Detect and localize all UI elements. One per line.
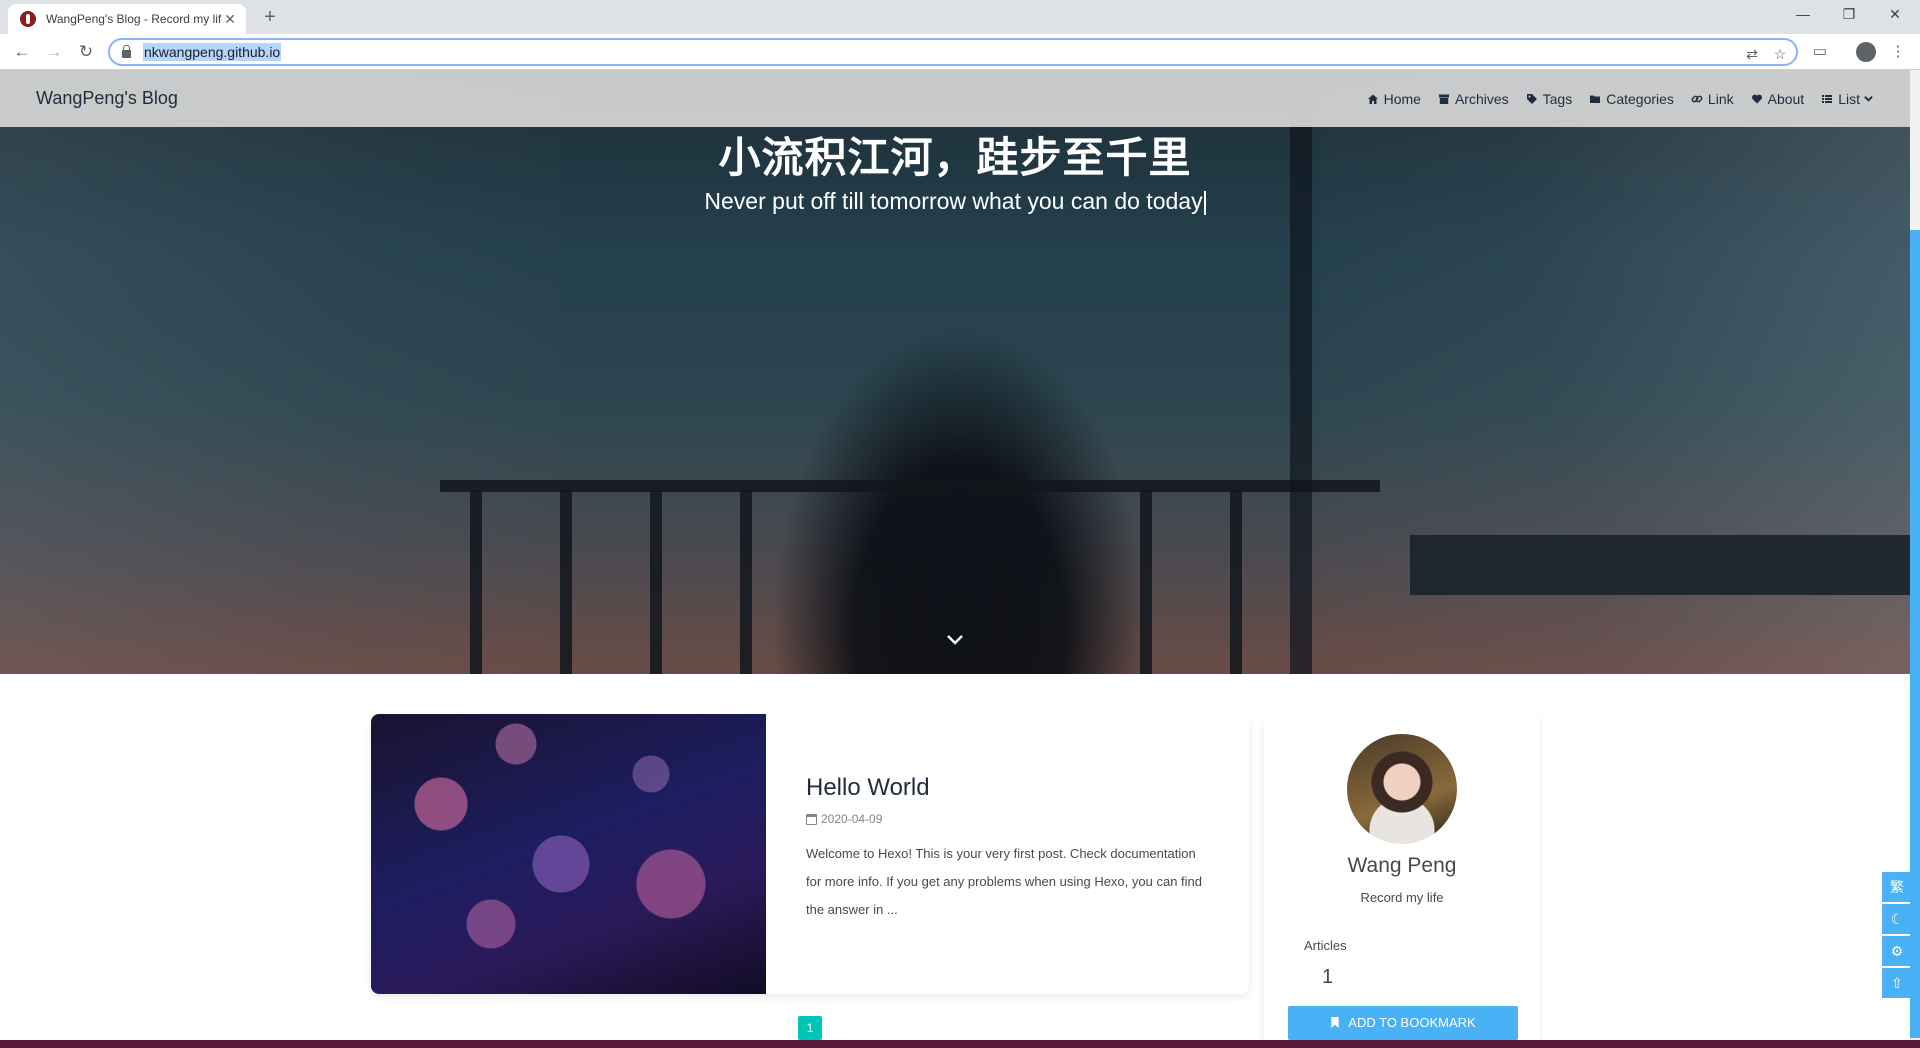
- tags-icon: [1526, 93, 1537, 104]
- bookmark-label: ADD TO BOOKMARK: [1348, 1015, 1476, 1030]
- os-taskbar: [0, 1040, 1920, 1048]
- reload-icon[interactable]: ↻: [72, 39, 100, 65]
- nav-categories-label: Categories: [1606, 90, 1674, 107]
- nav-list[interactable]: List: [1821, 91, 1874, 107]
- nav-tags[interactable]: Tags: [1526, 90, 1573, 107]
- typing-cursor: [1203, 190, 1206, 215]
- tab-close-icon[interactable]: ✕: [222, 11, 238, 27]
- translate-button[interactable]: 繁: [1882, 872, 1912, 902]
- close-window-button[interactable]: ✕: [1872, 0, 1918, 30]
- author-name: Wang Peng: [1347, 854, 1457, 877]
- post-title[interactable]: Hello World: [806, 774, 1206, 802]
- address-bar[interactable]: nkwangpeng.github.io ⇄ ☆: [108, 38, 1798, 66]
- bookmark-icon: [1331, 1017, 1339, 1028]
- nav-home[interactable]: Home: [1367, 91, 1421, 107]
- post-date: 2020-04-09: [821, 812, 883, 826]
- back-icon[interactable]: ←: [8, 39, 36, 65]
- hero-rail: [740, 490, 752, 674]
- nav-tags-label: Tags: [1542, 90, 1573, 107]
- url-text[interactable]: nkwangpeng.github.io: [143, 43, 282, 61]
- list-icon: [1822, 94, 1833, 103]
- link-icon: [1691, 95, 1703, 102]
- add-to-bookmark-button[interactable]: ADD TO BOOKMARK: [1288, 1006, 1518, 1040]
- archive-icon: [1438, 94, 1449, 104]
- articles-count[interactable]: 1: [1322, 966, 1333, 989]
- hero-banner: 小流积江河，跬步至千里 Never put off till tomorrow …: [0, 70, 1910, 674]
- pagination-current[interactable]: 1: [798, 1016, 822, 1040]
- avatar: [1347, 734, 1457, 844]
- nav-archives[interactable]: Archives: [1438, 91, 1509, 107]
- browser-tab[interactable]: WangPeng's Blog - Record my life ✕: [8, 4, 246, 34]
- back-to-top-button[interactable]: ⇧: [1882, 968, 1912, 998]
- nav-archives-label: Archives: [1454, 90, 1509, 107]
- chevron-down-icon: [1864, 96, 1873, 102]
- calendar-icon: [806, 813, 817, 825]
- menu-kebab-icon[interactable]: ⋮: [1886, 40, 1910, 64]
- hero-table: [1410, 535, 1910, 595]
- nav-about-label: About: [1767, 90, 1805, 107]
- cast-icon[interactable]: ▭: [1808, 40, 1832, 64]
- nav-menu: Home Archives Tags Categories Link About: [1367, 70, 1874, 127]
- lock-icon: [122, 45, 131, 58]
- hero-rail: [1230, 490, 1242, 674]
- author-description: Record my life: [1360, 890, 1444, 905]
- nav-categories[interactable]: Categories: [1589, 91, 1674, 107]
- nav-link-label: Link: [1707, 90, 1734, 107]
- profile-avatar-icon[interactable]: [1856, 42, 1876, 62]
- scroll-down-chevron-icon[interactable]: [945, 630, 965, 650]
- subtitle-text: Never put off till tomorrow what you can…: [704, 188, 1203, 214]
- author-card: Wang Peng Record my life Articles 1 ADD …: [1264, 714, 1540, 1048]
- post-info: Hello World 2020-04-09 Welcome to Hexo! …: [806, 774, 1206, 924]
- settings-button[interactable]: ⚙: [1882, 936, 1912, 966]
- browser-toolbar: ← → ↻ nkwangpeng.github.io ⇄ ☆ ▭ ⋮: [0, 34, 1920, 70]
- hero-rail: [650, 490, 662, 674]
- nav-about[interactable]: About: [1751, 90, 1805, 107]
- folder-icon: [1590, 95, 1601, 103]
- site-subtitle: Never put off till tomorrow what you can…: [0, 188, 1910, 215]
- heart-icon: [1751, 94, 1762, 103]
- blog-brand[interactable]: WangPeng's Blog: [36, 88, 178, 109]
- web-page: 小流积江河，跬步至千里 Never put off till tomorrow …: [0, 70, 1920, 1048]
- bookmark-star-icon[interactable]: ☆: [1770, 44, 1790, 64]
- browser-tabstrip: WangPeng's Blog - Record my life ✕ + — ❐…: [0, 0, 1920, 34]
- hero-rail: [1140, 490, 1152, 674]
- minimize-button[interactable]: —: [1780, 0, 1826, 30]
- nav-list-label: List: [1838, 90, 1860, 107]
- post-card: Hello World 2020-04-09 Welcome to Hexo! …: [371, 714, 1249, 994]
- site-navbar: WangPeng's Blog Home Archives Tags Categ…: [0, 70, 1910, 127]
- post-excerpt: Welcome to Hexo! This is your very first…: [806, 846, 1202, 917]
- forward-icon[interactable]: →: [40, 39, 68, 65]
- darkmode-button[interactable]: ☾: [1882, 904, 1912, 934]
- tab-title: WangPeng's Blog - Record my life: [46, 12, 222, 26]
- post-meta: 2020-04-09: [806, 812, 1206, 826]
- hero-rail: [560, 490, 572, 674]
- restore-button[interactable]: ❐: [1826, 0, 1872, 30]
- translate-icon[interactable]: ⇄: [1742, 44, 1762, 64]
- site-title: 小流积江河，跬步至千里: [718, 133, 1192, 182]
- hero-rail: [470, 490, 482, 674]
- nav-link[interactable]: Link: [1691, 91, 1734, 107]
- post-cover-image[interactable]: [371, 714, 766, 994]
- home-icon: [1367, 94, 1378, 104]
- favicon-icon: [20, 11, 36, 27]
- nav-home-label: Home: [1383, 90, 1421, 107]
- page-scrollbar-thumb[interactable]: [1910, 230, 1920, 1038]
- articles-label[interactable]: Articles: [1304, 938, 1347, 953]
- new-tab-button[interactable]: +: [258, 6, 282, 30]
